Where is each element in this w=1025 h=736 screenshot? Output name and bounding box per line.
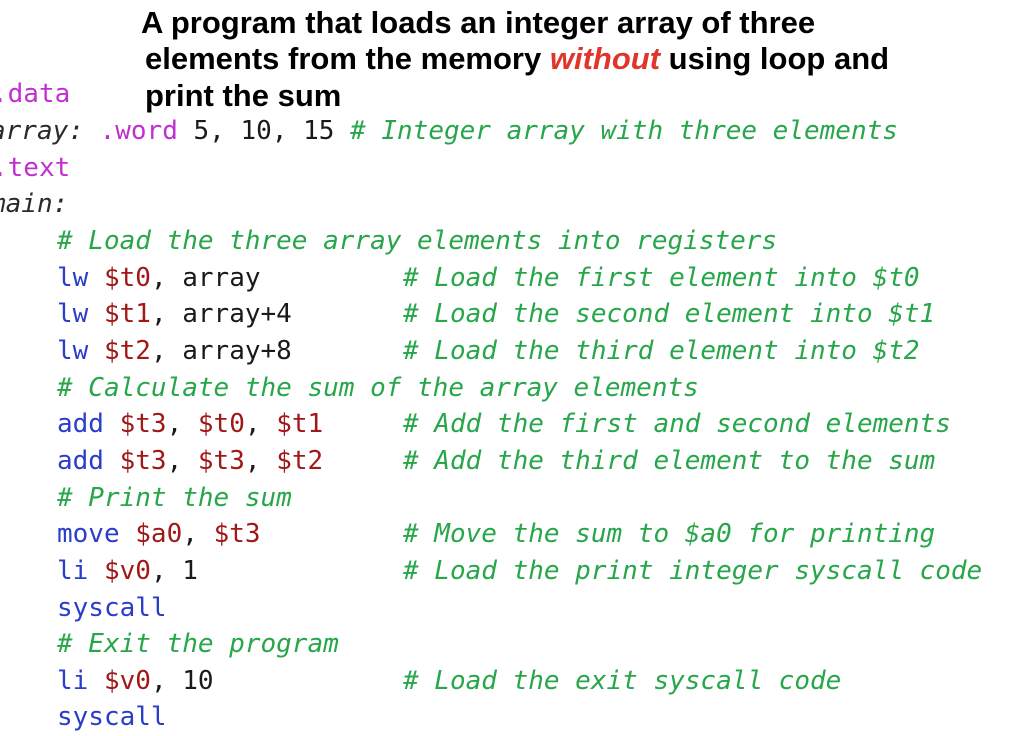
inline-comment: # Move the sum to $a0 for printing (403, 519, 936, 549)
operand: , array+4 (150, 299, 292, 329)
directive-text: .text (0, 153, 71, 183)
code-line-lw-t0: lw $t0, array (57, 260, 261, 297)
register: $t2 (276, 446, 324, 476)
code-comment-lw-t0: # Load the first element into $t0 (403, 260, 920, 297)
code-line-add-2: add $t3, $t3, $t2 (57, 446, 324, 476)
register: $t1 (103, 299, 151, 329)
register: $t3 (119, 446, 167, 476)
code-line-comment-exit: # Exit the program (57, 626, 339, 663)
label-main: main: (0, 189, 69, 219)
code-comment-li-1: # Load the print integer syscall code (403, 553, 982, 590)
code-comment-lw-t1: # Load the second element into $t1 (403, 296, 935, 333)
inline-comment: # Load the exit syscall code (403, 666, 842, 696)
comment-calc-section: # Calculate the sum of the array element… (57, 373, 699, 403)
opcode: lw (57, 336, 89, 366)
code-line-add-1: add $t3, $t0, $t1 (57, 409, 324, 439)
inline-comment: # Load the third element into $t2 (403, 336, 920, 366)
inline-comment: # Add the first and second elements (403, 409, 951, 439)
opcode: move (57, 519, 120, 549)
register: $a0 (135, 519, 183, 549)
code-comment-li-2: # Load the exit syscall code (403, 663, 841, 700)
code-comment-add-1: # Add the first and second elements (403, 406, 951, 443)
register: $v0 (103, 666, 151, 696)
operand: , 1 (150, 556, 198, 586)
inline-comment: # Load the second element into $t1 (403, 299, 936, 329)
comment-print-section: # Print the sum (57, 483, 292, 513)
comment-load-section: # Load the three array elements into reg… (57, 226, 778, 256)
opcode: lw (57, 299, 89, 329)
code-comment-lw-t2: # Load the third element into $t2 (403, 333, 920, 370)
register: $t2 (103, 336, 151, 366)
inline-comment: # Load the print integer syscall code (403, 556, 983, 586)
code-line-main-label: main: (0, 186, 68, 223)
opcode: lw (57, 263, 89, 293)
label-array: array: (0, 116, 84, 146)
comment-array: # Integer array with three elements (350, 116, 898, 146)
directive-word: .word (99, 116, 178, 146)
operand: , array (150, 263, 261, 293)
code-line-syscall-2: syscall (57, 699, 167, 736)
code-line-li-2: li $v0, 10 (57, 663, 214, 700)
code-line-comment-print: # Print the sum (57, 480, 292, 517)
opcode: syscall (57, 593, 167, 623)
code-line-comment-load: # Load the three array elements into reg… (57, 223, 777, 260)
opcode: li (57, 556, 89, 586)
inline-comment: # Load the first element into $t0 (403, 263, 920, 293)
array-values: 5, 10, 15 (177, 116, 351, 146)
code-line-text-directive: .text (0, 150, 70, 187)
code-line-move: move $a0, $t3 (57, 519, 261, 549)
inline-comment: # Add the third element to the sum (403, 446, 936, 476)
register: $t3 (119, 409, 167, 439)
code-line-syscall-1: syscall (57, 590, 167, 627)
opcode: add (57, 409, 104, 439)
code-comment-move: # Move the sum to $a0 for printing (403, 516, 935, 553)
code-comment-add-2: # Add the third element to the sum (403, 443, 935, 480)
code-listing: .data array: .word 5, 10, 15 # Integer a… (0, 0, 1025, 732)
register: $t0 (103, 263, 151, 293)
operand: , 10 (150, 666, 214, 696)
code-line-comment-calc: # Calculate the sum of the array element… (57, 370, 699, 407)
opcode: syscall (57, 702, 167, 732)
register: $v0 (103, 556, 151, 586)
comment-exit-section: # Exit the program (57, 629, 339, 659)
register: $t3 (213, 519, 261, 549)
register: $t1 (276, 409, 324, 439)
code-line-array-decl: array: .word 5, 10, 15 # Integer array w… (0, 113, 898, 150)
code-line-lw-t2: lw $t2, array+8 (57, 333, 292, 370)
operand: , array+8 (150, 336, 292, 366)
opcode: li (57, 666, 89, 696)
code-line-li-1: li $v0, 1 (57, 553, 198, 590)
directive-data: .data (0, 79, 71, 109)
register: $t0 (197, 409, 245, 439)
register: $t3 (197, 446, 245, 476)
code-line-lw-t1: lw $t1, array+4 (57, 296, 292, 333)
opcode: add (57, 446, 104, 476)
code-line-data-directive: .data (0, 76, 70, 113)
